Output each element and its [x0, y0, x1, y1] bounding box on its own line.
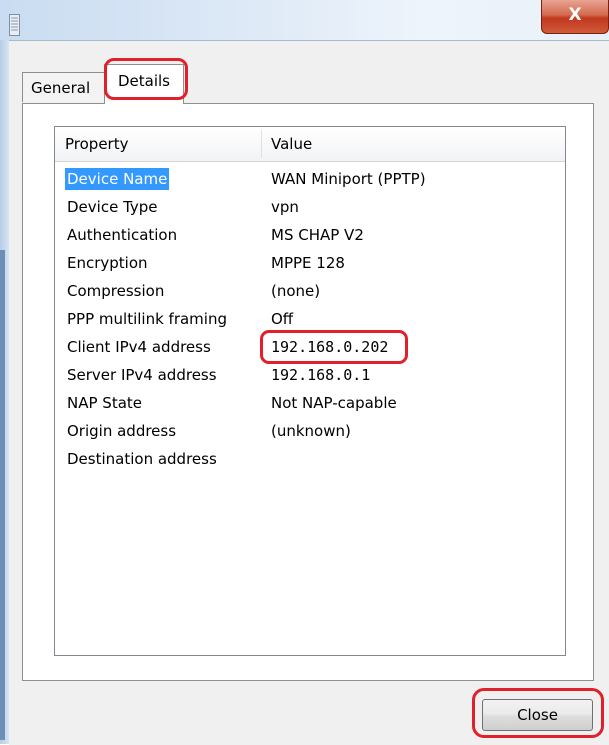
highlight-client-ip — [260, 330, 408, 364]
value-cell: 192.168.0.1 — [271, 366, 371, 384]
highlight-details-tab — [104, 58, 188, 100]
close-icon: X — [568, 5, 582, 25]
property-cell: Device Name — [65, 168, 170, 190]
table-row[interactable]: Device Type vpn — [0, 196, 609, 222]
property-cell: Destination address — [67, 450, 217, 468]
table-row[interactable]: Destination address — [0, 448, 609, 474]
property-cell: Server IPv4 address — [67, 366, 217, 384]
value-cell: (none) — [271, 282, 321, 300]
value-cell: MS CHAP V2 — [271, 226, 364, 244]
table-row[interactable]: Device Name WAN Miniport (PPTP) — [0, 168, 609, 194]
property-cell: Authentication — [67, 226, 178, 244]
value-cell: Not NAP-capable — [271, 394, 397, 412]
window-close-button[interactable]: X — [541, 0, 609, 34]
property-cell: Encryption — [67, 254, 148, 272]
column-header-property[interactable]: Property — [65, 135, 128, 153]
property-cell: Origin address — [67, 422, 177, 440]
table-row[interactable]: Compression (none) — [0, 280, 609, 306]
property-cell: PPP multilink framing — [67, 310, 227, 328]
title-bar[interactable] — [0, 0, 609, 40]
property-cell: Client IPv4 address — [67, 338, 211, 356]
table-row[interactable]: Server IPv4 address 192.168.0.1 — [0, 364, 609, 390]
table-row[interactable]: Authentication MS CHAP V2 — [0, 224, 609, 250]
tab-general-label: General — [31, 79, 91, 97]
window-menu-icon[interactable] — [9, 14, 20, 36]
table-row[interactable]: NAP State Not NAP-capable — [0, 392, 609, 418]
value-cell: vpn — [271, 198, 299, 216]
column-separator[interactable] — [261, 130, 262, 158]
value-cell: WAN Miniport (PPTP) — [271, 170, 426, 188]
value-cell: (unknown) — [271, 422, 351, 440]
value-cell: MPPE 128 — [271, 254, 345, 272]
table-row[interactable]: Origin address (unknown) — [0, 420, 609, 446]
property-cell: NAP State — [67, 394, 142, 412]
property-cell: Device Type — [67, 198, 158, 216]
property-cell: Compression — [67, 282, 165, 300]
tab-general[interactable]: General — [22, 72, 106, 102]
column-header-value[interactable]: Value — [271, 135, 312, 153]
highlight-close-button — [472, 688, 604, 738]
table-row[interactable]: Encryption MPPE 128 — [0, 252, 609, 278]
value-cell: Off — [271, 310, 294, 328]
